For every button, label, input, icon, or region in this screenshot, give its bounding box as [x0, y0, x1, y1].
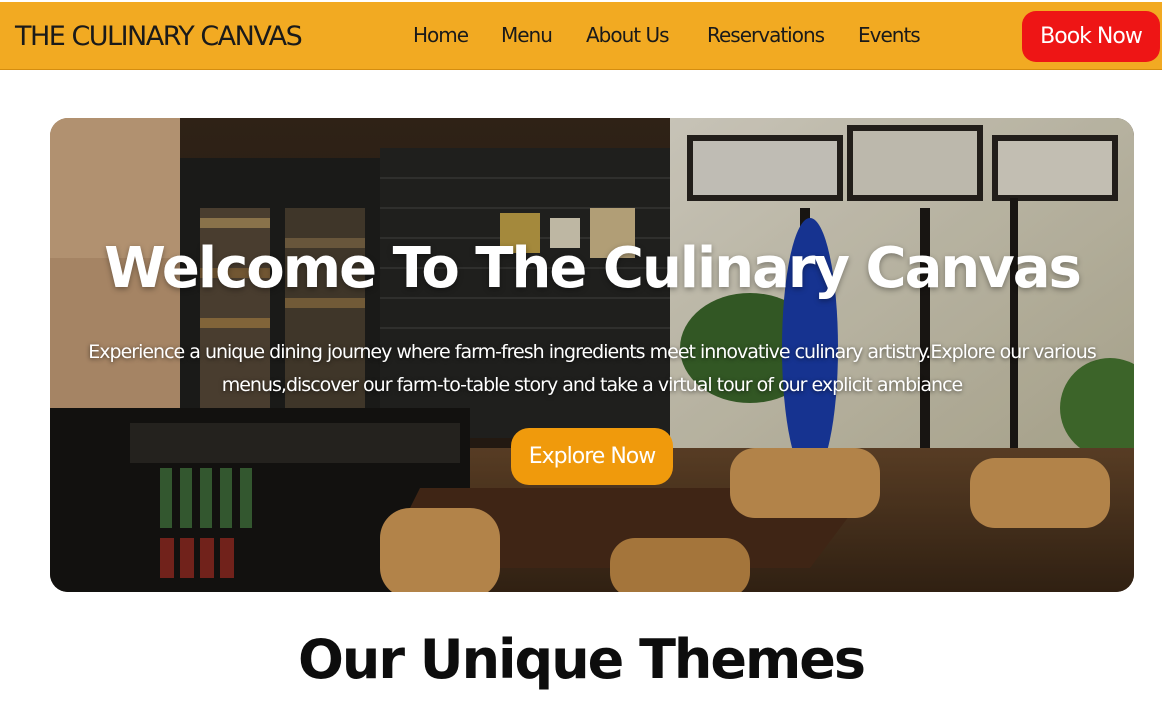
brand-logo-text[interactable]: THE CULINARY CANVAS — [15, 21, 303, 52]
nav-link-menu[interactable]: Menu — [501, 23, 553, 47]
nav-link-events[interactable]: Events — [858, 23, 921, 47]
nav-link-reservations[interactable]: Reservations — [707, 23, 825, 47]
book-now-button[interactable]: Book Now — [1022, 11, 1160, 62]
nav-link-about-us[interactable]: About Us — [586, 23, 670, 47]
themes-section-title: Our Unique Themes — [297, 628, 866, 691]
hero-description: Experience a unique dining journey where… — [88, 341, 1096, 396]
hero-title: Welcome To The Culinary Canvas — [104, 236, 1082, 301]
hero-banner: Welcome To The Culinary Canvas Experienc… — [50, 118, 1134, 592]
explore-now-button[interactable]: Explore Now — [511, 428, 673, 485]
top-navbar: THE CULINARY CANVAS Home Menu About Us R… — [0, 2, 1162, 70]
nav-link-home[interactable]: Home — [413, 23, 469, 47]
